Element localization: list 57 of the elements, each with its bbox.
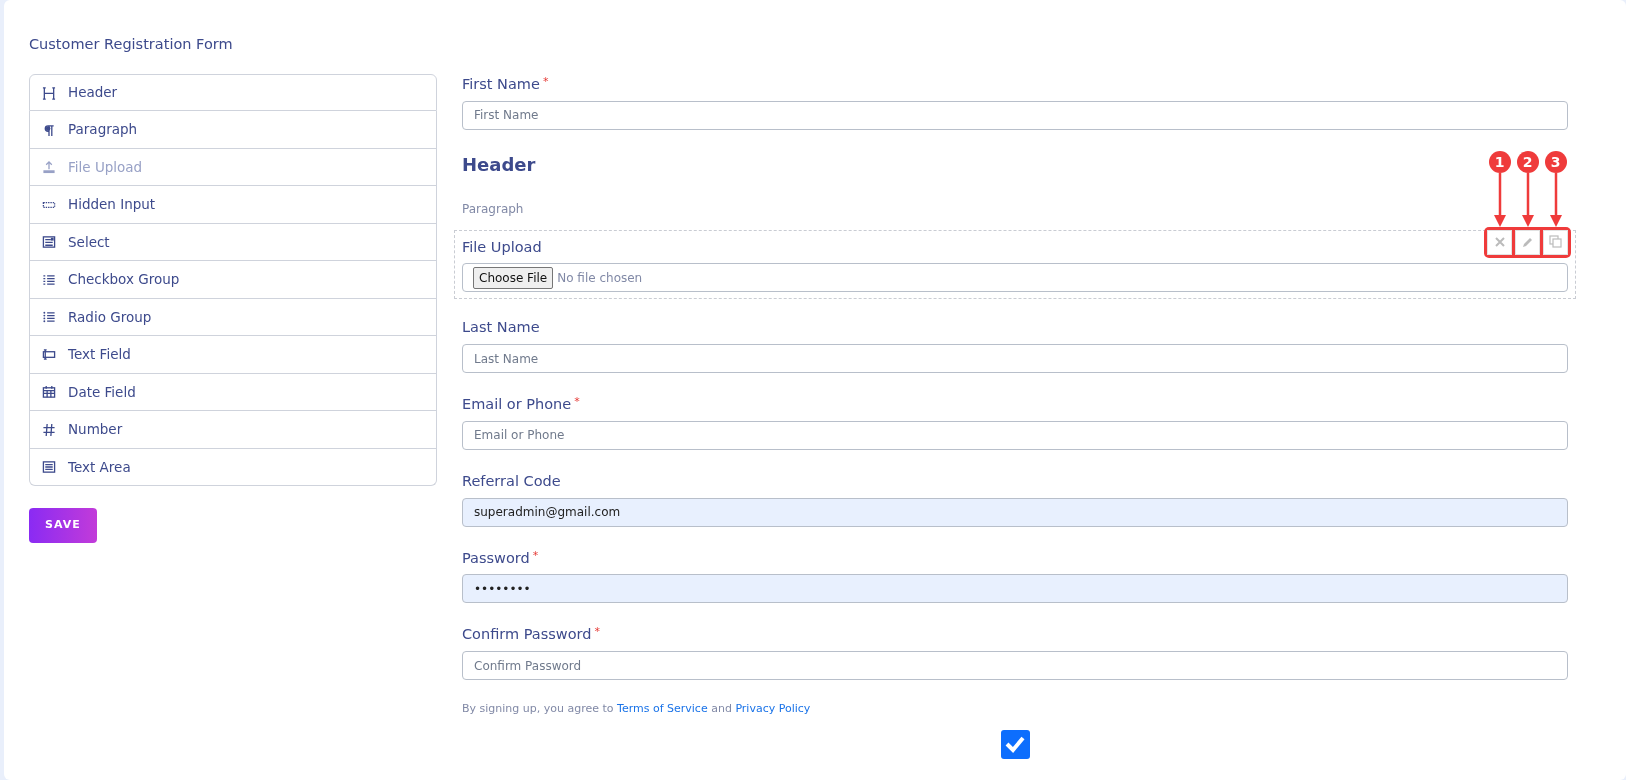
file-input[interactable]: Choose File No file chosen (462, 263, 1568, 293)
callout-number: 1 (1488, 150, 1511, 173)
required-mark: * (594, 625, 600, 639)
pilcrow-icon (42, 122, 56, 137)
input-field[interactable]: Confirm Password (462, 651, 1568, 680)
required-mark: * (532, 548, 539, 562)
delete-button[interactable] (1487, 229, 1512, 255)
text-area-icon (42, 460, 56, 474)
hash-icon (42, 422, 56, 437)
field-label: Password (462, 549, 530, 566)
palette-item[interactable]: Checkbox Group (29, 261, 437, 299)
palette-item[interactable]: Date Field (29, 373, 437, 412)
required-mark: * (574, 395, 580, 408)
callout-number: 3 (1544, 150, 1567, 173)
delete-icon (1492, 235, 1507, 249)
form-title: Customer Registration Form (29, 35, 234, 54)
terms-text: By signing up, you agree to Terms of Service and Privacy Policy (462, 701, 812, 717)
palette-item[interactable]: Hidden Input (29, 186, 437, 224)
palette-item[interactable]: Select (29, 223, 437, 262)
text-field-icon (42, 347, 56, 362)
terms-link[interactable]: Terms of Service (617, 702, 708, 715)
palette-item[interactable]: Text Area (29, 448, 437, 487)
callout-number: 2 (1516, 150, 1539, 173)
field-label: File Upload (462, 237, 542, 257)
radio-list-icon (42, 310, 56, 324)
required-mark: * (542, 74, 549, 88)
input-field[interactable]: superadmin@gmail.com (462, 497, 1568, 527)
input-field[interactable]: First Name (462, 100, 1568, 130)
palette-item[interactable]: Header (29, 73, 437, 112)
agree-checkbox[interactable] (1000, 729, 1030, 759)
heading-icon (42, 85, 56, 100)
save-button[interactable]: SAVE (29, 508, 97, 543)
choose-file-button[interactable]: Choose File (473, 266, 554, 289)
copy-icon (1548, 235, 1563, 249)
palette-item[interactable]: Radio Group (29, 298, 437, 337)
upload-icon (42, 160, 56, 174)
palette-item[interactable]: Number (29, 411, 437, 449)
form-heading: Header (462, 152, 536, 177)
checklist-icon (42, 272, 56, 287)
palette-item[interactable]: Paragraph (29, 111, 437, 149)
input-field[interactable]: Last Name (462, 344, 1568, 373)
edit-button[interactable] (1515, 229, 1540, 255)
pencil-icon (1520, 235, 1535, 249)
form-paragraph: Paragraph (462, 200, 525, 218)
file-status: No file chosen (557, 269, 643, 287)
select-icon (42, 235, 56, 249)
field-label: Referral Code (462, 472, 561, 489)
palette-item[interactable]: Text Field (29, 336, 437, 374)
field-label: Confirm Password (462, 626, 592, 643)
input-field[interactable]: Email or Phone (462, 420, 1568, 450)
field-label: Email or Phone (462, 396, 572, 412)
calendar-icon (42, 385, 56, 399)
field-label: First Name (462, 75, 540, 92)
copy-button[interactable] (1543, 229, 1568, 255)
field-label: Last Name (462, 319, 540, 336)
privacy-link[interactable]: Privacy Policy (735, 702, 811, 715)
input-field[interactable]: •••••••• (462, 574, 1568, 604)
